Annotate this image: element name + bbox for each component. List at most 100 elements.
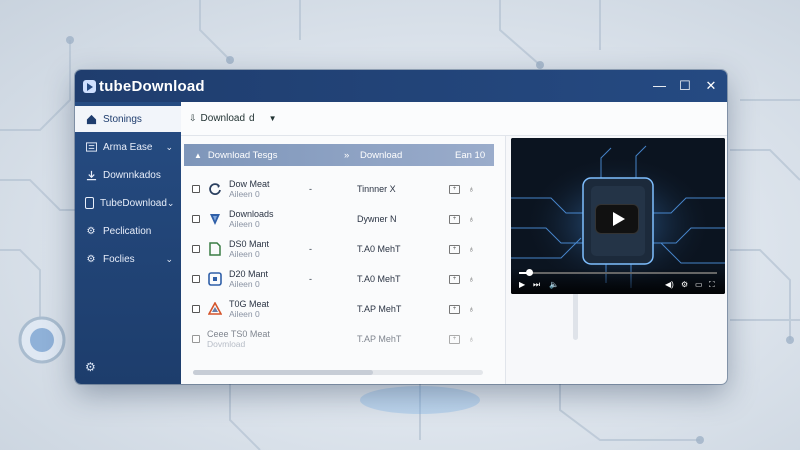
title-bar: tubeDownload — ☐ ✕ xyxy=(75,70,727,102)
settings-icon[interactable]: ⚙ xyxy=(681,280,688,289)
sidebar-item-tubedownload[interactable]: TubeDownload ⌄ xyxy=(75,190,181,216)
row-status: T.A0 MehT xyxy=(357,274,401,284)
table-row[interactable]: Dow Meat Aileen 0 - Tinnner X + ♁ xyxy=(184,174,494,204)
app-window: tubeDownload — ☐ ✕ Stonings Arma Ease ⌄ … xyxy=(75,70,727,384)
row-status: Dywner N xyxy=(357,214,397,224)
row-checkbox[interactable] xyxy=(192,245,200,253)
delete-icon[interactable]: ♁ xyxy=(468,244,475,254)
sidebar-item-peclication[interactable]: ⚙ Peclication xyxy=(75,218,181,244)
maximize-button[interactable]: ☐ xyxy=(679,78,691,94)
row-title: Downloads xyxy=(229,209,274,219)
panel-divider xyxy=(505,136,506,384)
download-dropdown-label: Download xyxy=(200,113,246,124)
volume-icon-right[interactable]: ◀) xyxy=(665,280,674,289)
open-folder-button[interactable]: + xyxy=(449,244,460,254)
sidebar-item-downnkados[interactable]: Downnkados xyxy=(75,162,181,188)
row-separator: - xyxy=(309,184,312,194)
minimize-button[interactable]: — xyxy=(653,78,666,94)
video-progress-bar[interactable] xyxy=(519,269,717,276)
row-checkbox[interactable] xyxy=(192,185,200,193)
cog-icon: ⚙ xyxy=(86,253,96,265)
row-name: T0G Meat Aileen 0 xyxy=(229,299,309,319)
header-col-download[interactable]: Download xyxy=(360,150,455,161)
close-button[interactable]: ✕ xyxy=(705,78,717,94)
horizontal-scrollbar[interactable] xyxy=(193,370,483,375)
video-player[interactable]: ▶ ⏭ 🔈 ◀) ⚙ ▭ ⛶ xyxy=(511,138,725,294)
row-checkbox[interactable] xyxy=(192,275,200,283)
row-name: Dow Meat Aileen 0 xyxy=(229,179,309,199)
open-folder-button[interactable]: + xyxy=(449,184,460,194)
window-controls: — ☐ ✕ xyxy=(653,78,717,94)
collapse-icon[interactable]: » xyxy=(344,150,360,161)
file-icon xyxy=(207,241,223,257)
row-subtitle: Aileen 0 xyxy=(229,189,260,199)
row-separator: - xyxy=(309,244,312,254)
play-logo-icon xyxy=(83,79,96,93)
sidebar-item-label: Peclication xyxy=(103,225,152,237)
sort-up-icon: ▲ xyxy=(194,150,202,160)
play-button[interactable] xyxy=(595,204,639,234)
fullscreen-icon[interactable]: ⛶ xyxy=(709,280,715,290)
row-subtitle: Aileen 0 xyxy=(229,249,260,259)
row-title: D20 Mant xyxy=(229,269,269,279)
row-status: Tinnner X xyxy=(357,184,396,194)
row-title: Ceee TS0 Meat xyxy=(207,329,270,339)
progress-knob[interactable] xyxy=(525,269,533,276)
delete-icon[interactable]: ♁ xyxy=(468,274,475,284)
sidebar-item-arma-ease[interactable]: Arma Ease ⌄ xyxy=(75,134,181,160)
table-row[interactable]: D20 Mant Aileen 0 - T.A0 MehT + ♁ xyxy=(184,264,494,294)
gear-icon: ⚙ xyxy=(86,225,96,237)
row-checkbox[interactable] xyxy=(192,215,200,223)
play-icon[interactable]: ▶ xyxy=(519,280,525,289)
sidebar-item-stonings[interactable]: Stonings xyxy=(75,106,181,132)
sidebar: Stonings Arma Ease ⌄ Downnkados TubeDown… xyxy=(75,102,181,384)
open-folder-button[interactable]: + xyxy=(449,334,460,344)
settings-icon[interactable]: ⚙ xyxy=(85,360,96,374)
delete-icon[interactable]: ♁ xyxy=(468,214,475,224)
table-row[interactable]: Ceee TS0 Meat Dovmload T.AP MehT + ♁ xyxy=(184,324,494,354)
row-name: D20 Mant Aileen 0 xyxy=(229,269,309,289)
row-name: Ceee TS0 Meat Dovmload xyxy=(207,329,309,349)
sidebar-item-label: TubeDownload xyxy=(100,197,167,209)
row-title: Dow Meat xyxy=(229,179,270,189)
download-dropdown-value: d xyxy=(249,113,255,124)
triangle-icon xyxy=(207,301,223,317)
open-folder-button[interactable]: + xyxy=(449,214,460,224)
row-separator: - xyxy=(309,274,312,284)
open-folder-button[interactable]: + xyxy=(449,304,460,314)
sidebar-item-label: Stonings xyxy=(103,113,142,125)
delete-icon[interactable]: ♁ xyxy=(468,184,475,194)
download-dropdown[interactable]: ⇩ Download d ▼ xyxy=(189,113,277,124)
chevron-down-icon: ⌄ xyxy=(166,197,175,208)
delete-icon[interactable]: ♁ xyxy=(468,334,475,344)
row-subtitle: Aileen 0 xyxy=(229,219,260,229)
scrollbar-thumb[interactable] xyxy=(193,370,373,375)
row-checkbox[interactable] xyxy=(192,335,200,343)
row-status: T.AP MehT xyxy=(357,304,402,314)
sidebar-item-foclies[interactable]: ⚙ Foclies ⌄ xyxy=(75,246,181,272)
sidebar-item-label: Foclies xyxy=(103,253,135,265)
open-folder-button[interactable]: + xyxy=(449,274,460,284)
sidebar-item-label: Downnkados xyxy=(103,169,161,181)
header-col-tasks[interactable]: ▲ Download Tesgs xyxy=(194,150,344,161)
sidebar-item-label: Arma Ease xyxy=(103,141,153,153)
toolbar: ⇩ Download d ▼ xyxy=(181,102,727,136)
row-checkbox[interactable] xyxy=(192,305,200,313)
download-dropdown-icon: ⇩ xyxy=(189,113,197,123)
table-row[interactable]: T0G Meat Aileen 0 T.AP MehT + ♁ xyxy=(184,294,494,324)
miniplayer-icon[interactable]: ▭ xyxy=(695,280,703,289)
box-icon xyxy=(207,271,223,287)
row-subtitle: Aileen 0 xyxy=(229,279,260,289)
download-icon xyxy=(85,169,97,181)
header-col-ean[interactable]: Ean 10 xyxy=(455,150,485,161)
volume-icon[interactable]: 🔈 xyxy=(549,280,559,289)
row-subtitle: Dovmload xyxy=(207,339,246,349)
home-icon xyxy=(85,113,97,125)
chevron-down-icon: ⌄ xyxy=(165,253,173,264)
row-name: DS0 Mant Aileen 0 xyxy=(229,239,309,259)
table-row[interactable]: DS0 Mant Aileen 0 - T.A0 MehT + ♁ xyxy=(184,234,494,264)
next-icon[interactable]: ⏭ xyxy=(533,280,540,290)
video-controls: ▶ ⏭ 🔈 ◀) ⚙ ▭ ⛶ xyxy=(511,268,725,294)
delete-icon[interactable]: ♁ xyxy=(468,304,475,314)
table-row[interactable]: Downloads Aileen 0 Dywner N + ♁ xyxy=(184,204,494,234)
